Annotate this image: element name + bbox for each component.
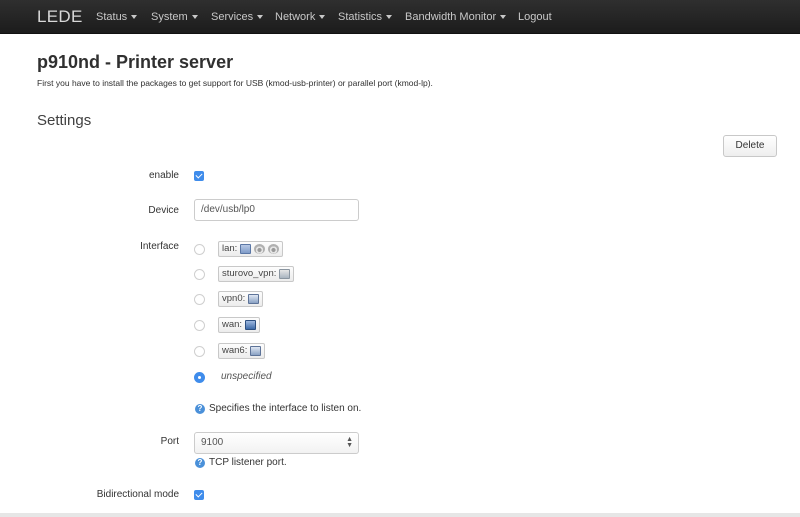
nav-services[interactable]: Services: [211, 11, 264, 23]
brand-logo[interactable]: LEDE: [37, 7, 83, 27]
chevron-down-icon: [500, 15, 507, 20]
port-value: 9100: [201, 437, 224, 448]
interface-help-text: Specifies the interface to listen on.: [209, 403, 362, 414]
enable-checkbox[interactable]: [194, 171, 204, 181]
nav-system[interactable]: System: [151, 11, 198, 23]
chevron-down-icon: [257, 15, 264, 20]
interface-name: wan:: [222, 319, 243, 330]
nav-statistics[interactable]: Statistics: [338, 11, 393, 23]
nav-logout[interactable]: Logout: [518, 11, 552, 23]
ethernet-icon: [248, 294, 260, 304]
interface-radio-sturovo-vpn[interactable]: [194, 269, 205, 280]
nav-network[interactable]: Network: [275, 11, 326, 23]
nav-status[interactable]: Status: [96, 11, 138, 23]
chevron-down-icon: [319, 15, 326, 20]
bidirectional-label: Bidirectional mode: [96, 489, 179, 500]
interface-label: Interface: [140, 241, 179, 252]
interface-option-sturovo-vpn: sturovo_vpn:: [218, 266, 295, 282]
stepper-arrows-icon[interactable]: ▲ ▼: [346, 436, 353, 449]
nav-bandwidth-monitor[interactable]: Bandwidth Monitor: [405, 11, 507, 23]
interface-radio-wan[interactable]: [194, 320, 205, 331]
interface-option-unspecified: unspecified: [221, 371, 272, 382]
top-navbar: LEDE Status System Services Network Stat…: [0, 0, 800, 34]
interface-radio-wan6[interactable]: [194, 346, 205, 357]
chevron-down-icon: [191, 15, 198, 20]
device-label: Device: [148, 205, 179, 216]
chevron-down-icon: [131, 15, 138, 20]
page-title: p910nd - Printer server: [37, 52, 234, 72]
interface-name: lan:: [222, 243, 238, 254]
wifi-icon: [268, 244, 280, 254]
ethernet-icon: [250, 346, 262, 356]
port-stepper[interactable]: 9100 ▲ ▼: [194, 432, 359, 454]
interface-name: sturovo_vpn:: [222, 268, 277, 279]
wifi-icon: [254, 244, 266, 254]
page-description: First you have to install the packages t…: [37, 78, 433, 88]
bridge-icon: [245, 320, 257, 330]
page-bottom-edge: [0, 513, 800, 517]
interface-name: vpn0:: [222, 293, 246, 304]
interface-option-wan: wan:: [218, 317, 261, 333]
interface-option-lan: lan:: [218, 241, 284, 257]
interface-radio-vpn0[interactable]: [194, 294, 205, 305]
bidirectional-checkbox[interactable]: [194, 490, 204, 500]
section-title-settings: Settings: [37, 112, 92, 129]
interface-radio-lan[interactable]: [194, 244, 205, 255]
enable-label: enable: [148, 170, 179, 181]
port-help-text: TCP listener port.: [209, 457, 287, 468]
help-icon: ?: [195, 458, 205, 468]
help-icon: ?: [195, 404, 205, 414]
device-input[interactable]: /dev/usb/lp0: [194, 199, 359, 221]
chevron-down-icon: [386, 15, 393, 20]
interface-radio-unspecified[interactable]: [194, 372, 205, 383]
switch-icon: [240, 244, 252, 254]
interface-option-vpn0: vpn0:: [218, 291, 264, 307]
port-label: Port: [160, 436, 179, 447]
interface-option-wan6: wan6:: [218, 343, 266, 359]
delete-button[interactable]: Delete: [723, 135, 777, 157]
tunnel-icon: [279, 269, 291, 279]
interface-name: wan6:: [222, 345, 248, 356]
